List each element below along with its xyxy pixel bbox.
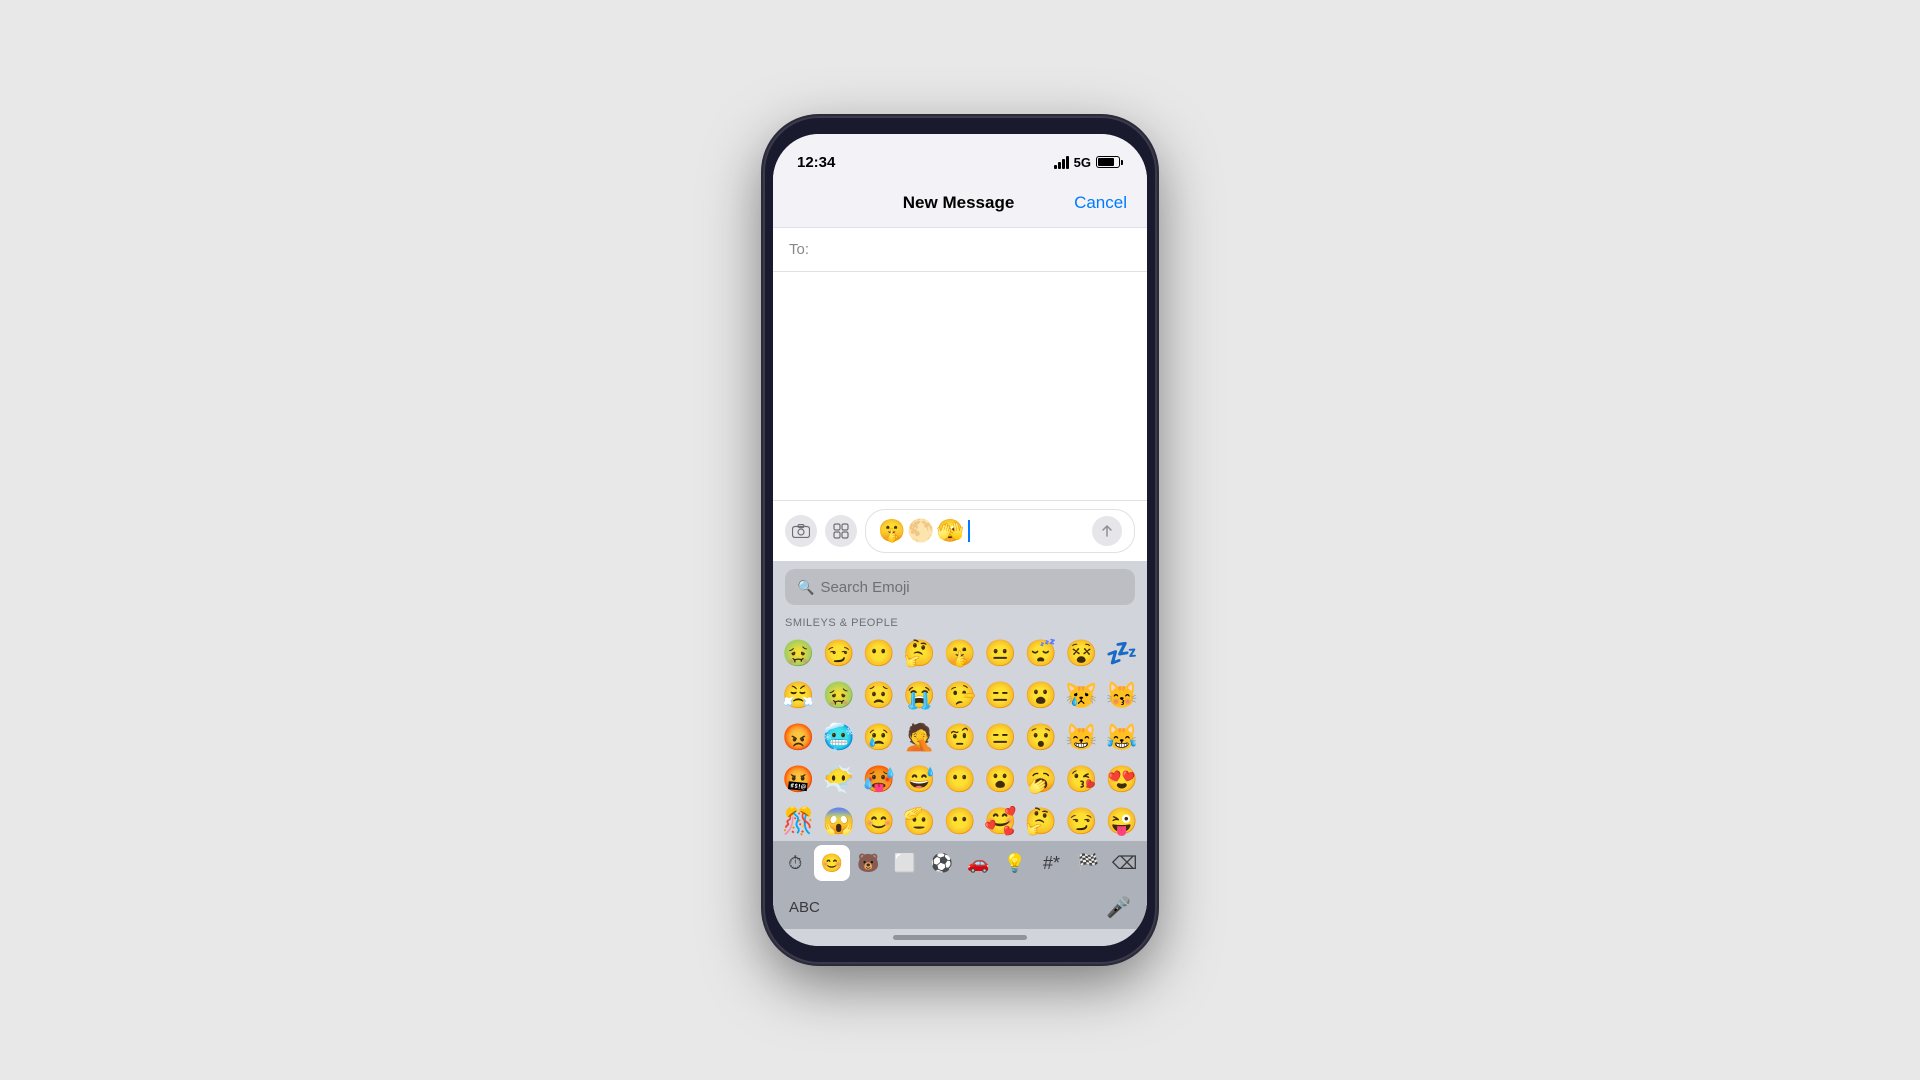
search-placeholder-text: Search Emoji (820, 579, 909, 596)
recent-emoji-button[interactable]: ⏱ (777, 845, 813, 881)
travel-emoji-button[interactable]: 🚗 (960, 845, 996, 881)
list-item[interactable]: 😵 (1062, 633, 1100, 673)
battery-icon (1096, 156, 1123, 168)
list-item[interactable]: 😶 (941, 759, 979, 799)
to-label: To: (789, 241, 809, 258)
list-item[interactable]: 🤢 (779, 633, 817, 673)
objects-emoji-button[interactable]: 💡 (997, 845, 1033, 881)
animals-emoji-button[interactable]: 🐻 (850, 845, 886, 881)
to-field[interactable]: To: (773, 228, 1147, 272)
list-item[interactable]: 😅 (900, 759, 938, 799)
apps-button[interactable] (825, 515, 857, 547)
list-item[interactable]: 😿 (1062, 675, 1100, 715)
list-item[interactable]: 😴 (1022, 633, 1060, 673)
list-item[interactable]: 😯 (1022, 717, 1060, 757)
activities-emoji-button[interactable]: ⚽ (924, 845, 960, 881)
list-item[interactable]: 😹 (1103, 717, 1141, 757)
camera-button[interactable] (785, 515, 817, 547)
list-item[interactable]: 😜 (1103, 801, 1141, 841)
list-item[interactable]: 😮 (981, 759, 1019, 799)
list-item[interactable]: 😸 (1062, 717, 1100, 757)
signal-bars-icon (1054, 156, 1069, 169)
microphone-icon[interactable]: 🎤 (1106, 895, 1131, 920)
list-item[interactable]: 😘 (1062, 759, 1100, 799)
recipient-input[interactable] (817, 241, 1131, 258)
status-time: 12:34 (797, 154, 835, 171)
status-icons: 5G (1054, 155, 1123, 170)
list-item[interactable]: 🤬 (779, 759, 817, 799)
list-item[interactable]: 🥶 (819, 717, 857, 757)
page-title: New Message (843, 193, 1074, 213)
message-emoji-content: 🤫 🌕 🫣 (878, 518, 964, 544)
food-emoji-button[interactable]: ⬜ (887, 845, 923, 881)
search-icon: 🔍 (797, 579, 814, 596)
network-type-label: 5G (1074, 155, 1091, 170)
list-item[interactable]: 😐 (981, 633, 1019, 673)
list-item[interactable]: 😢 (860, 717, 898, 757)
list-item[interactable]: 🥱 (1022, 759, 1060, 799)
emoji-2: 🌕 (907, 518, 934, 544)
list-item[interactable]: 😍 (1103, 759, 1141, 799)
list-item[interactable]: 🤦 (900, 717, 938, 757)
list-item[interactable]: 😡 (779, 717, 817, 757)
text-cursor (968, 520, 970, 542)
list-item[interactable]: 🤔 (1022, 801, 1060, 841)
list-item[interactable]: 😶 (860, 633, 898, 673)
home-indicator (893, 935, 1027, 940)
phone-screen: 12:34 5G New Message (773, 134, 1147, 946)
list-item[interactable]: 🤔 (900, 633, 938, 673)
list-item[interactable]: 😟 (860, 675, 898, 715)
list-item[interactable]: 😽 (1103, 675, 1141, 715)
list-item[interactable]: 😶 (941, 801, 979, 841)
list-item[interactable]: 😑 (981, 717, 1019, 757)
list-item[interactable]: 😱 (819, 801, 857, 841)
list-item[interactable]: 😏 (819, 633, 857, 673)
emoji-category-label: SMILEYS & PEOPLE (773, 613, 1147, 633)
list-item[interactable]: 🫡 (900, 801, 938, 841)
cancel-button[interactable]: Cancel (1074, 193, 1127, 213)
list-item[interactable]: 🤥 (941, 675, 979, 715)
emoji-3: 🫣 (937, 518, 964, 544)
keyboard-bottom-row: ABC 🎤 (773, 885, 1147, 929)
input-bar: 🤫 🌕 🫣 (773, 500, 1147, 561)
backspace-button[interactable]: ⌫ (1107, 845, 1143, 881)
list-item[interactable]: 😮 (1022, 675, 1060, 715)
abc-label[interactable]: ABC (789, 899, 820, 916)
emoji-1: 🤫 (878, 518, 905, 544)
list-item[interactable]: 😊 (860, 801, 898, 841)
list-item[interactable]: 😤 (779, 675, 817, 715)
list-item[interactable]: 🥵 (860, 759, 898, 799)
status-bar: 12:34 5G (773, 134, 1147, 178)
messages-header: New Message Cancel (773, 178, 1147, 228)
list-item[interactable]: 🤢 (819, 675, 857, 715)
emoji-search-input[interactable]: 🔍 Search Emoji (785, 569, 1135, 605)
list-item[interactable]: 😑 (981, 675, 1019, 715)
list-item[interactable]: 😏 (1062, 801, 1100, 841)
send-button[interactable] (1092, 516, 1122, 546)
list-item[interactable]: 🥰 (981, 801, 1019, 841)
phone-device: 12:34 5G New Message (765, 118, 1155, 962)
list-item[interactable]: 🤫 (941, 633, 979, 673)
list-item[interactable]: 🎊 (779, 801, 817, 841)
emoji-keyboard: 🔍 Search Emoji SMILEYS & PEOPLE 🤢 😏 😶 🤔 … (773, 561, 1147, 946)
emoji-search-bar: 🔍 Search Emoji (773, 561, 1147, 613)
list-item[interactable]: 😭 (900, 675, 938, 715)
list-item[interactable]: 🤨 (941, 717, 979, 757)
keyboard-category-bar: ⏱ 😊 🐻 ⬜ ⚽ 🚗 💡 #* 🏁 ⌫ (773, 841, 1147, 885)
flags-emoji-button[interactable]: 🏁 (1070, 845, 1106, 881)
list-item[interactable]: 😶‍🌫️ (819, 759, 857, 799)
symbols-emoji-button[interactable]: #* (1033, 845, 1069, 881)
list-item[interactable]: 💤 (1103, 633, 1141, 673)
smiley-emoji-button[interactable]: 😊 (814, 845, 850, 881)
message-text-input[interactable]: 🤫 🌕 🫣 (865, 509, 1135, 553)
emoji-grid: 🤢 😏 😶 🤔 🤫 😐 😴 😵 💤 😤 🤢 😟 😭 🤥 😑 😮 😿 😽 (773, 633, 1147, 841)
message-body (773, 272, 1147, 500)
